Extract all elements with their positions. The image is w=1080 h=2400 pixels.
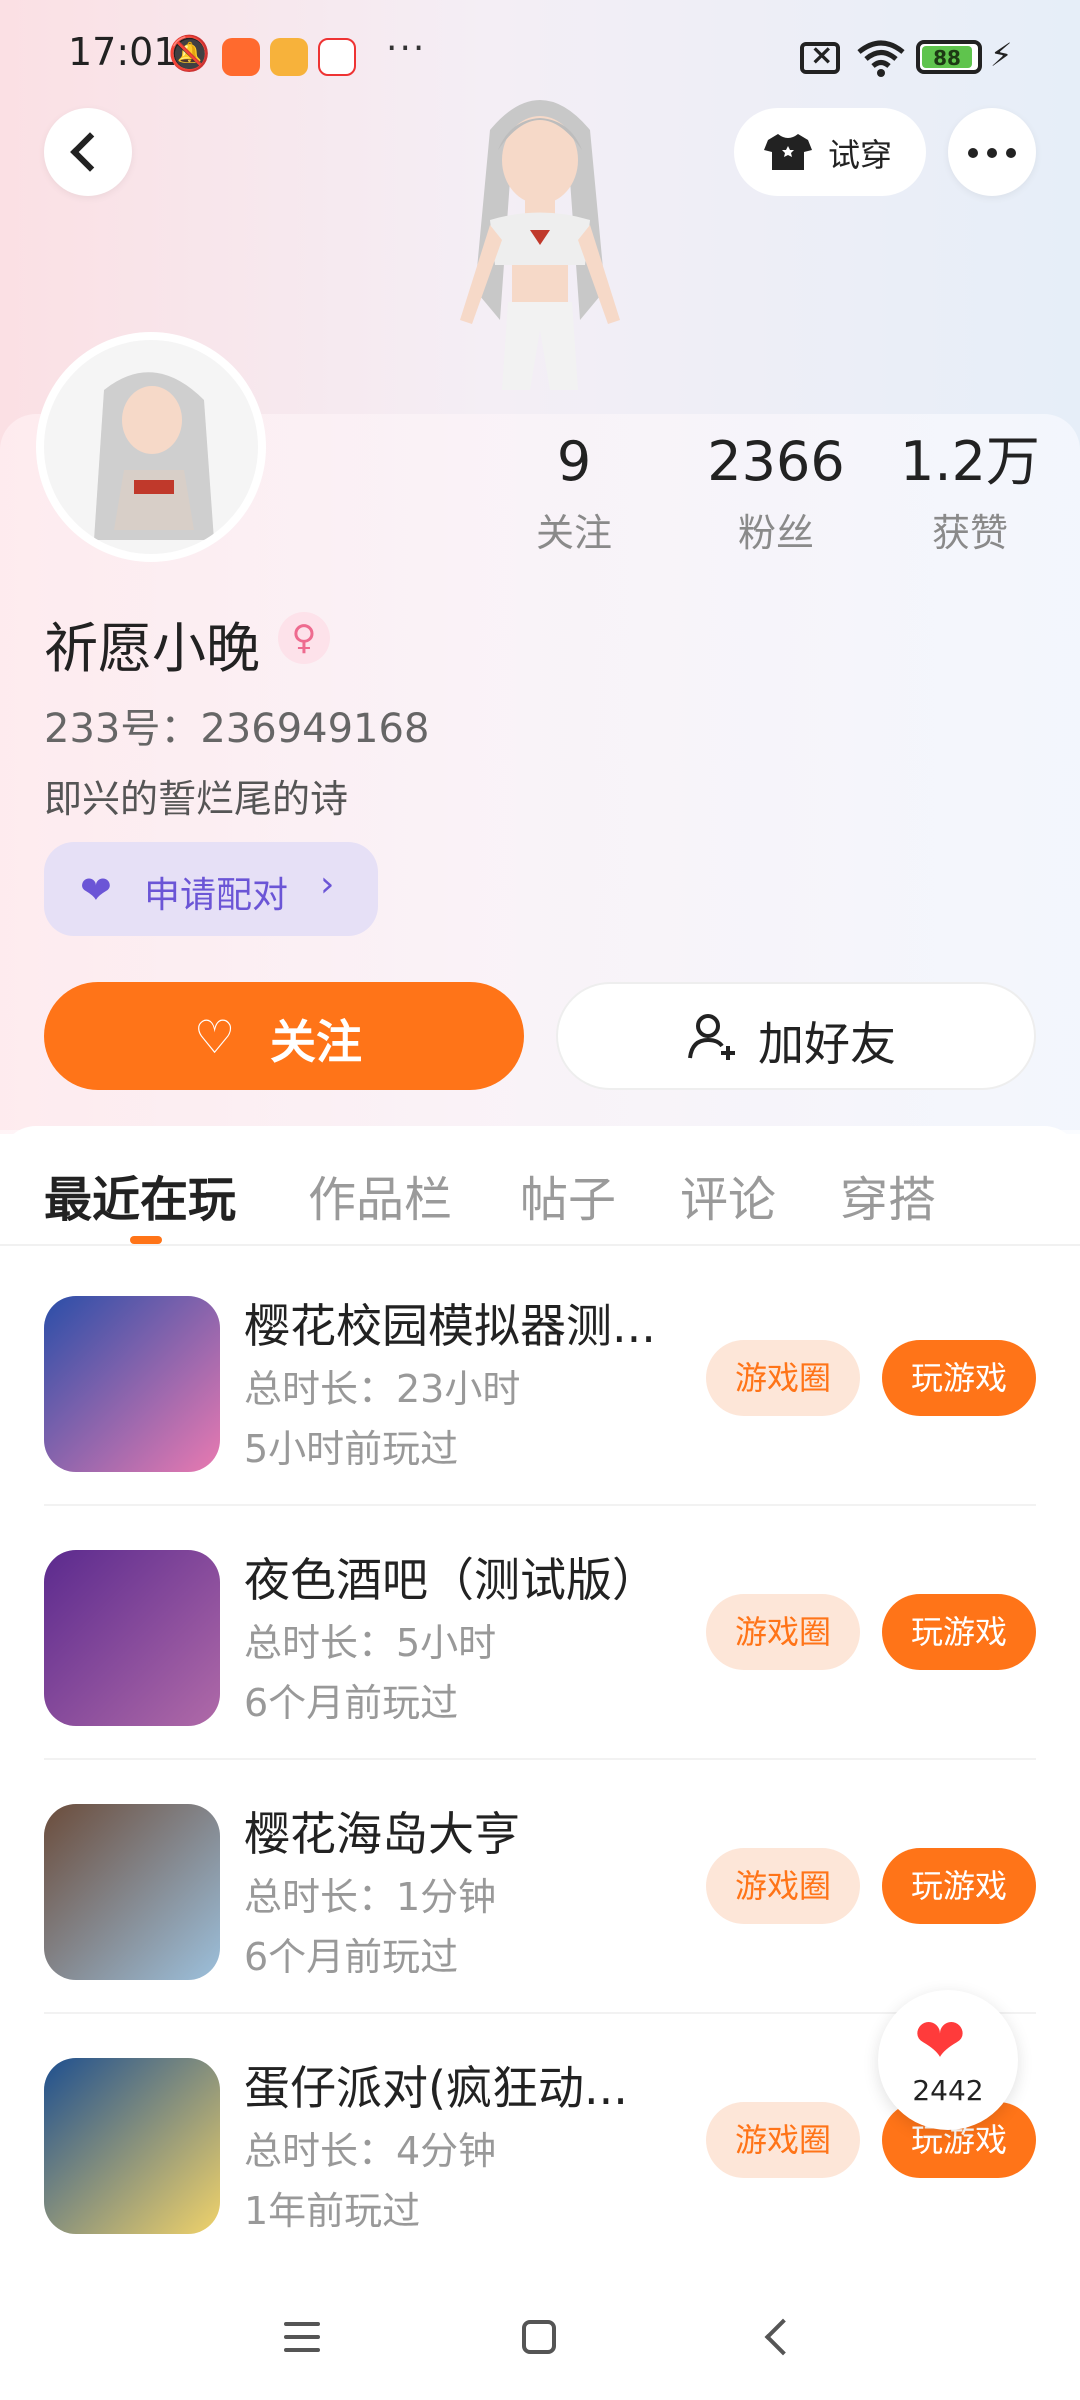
stat-followers[interactable]: 2366 粉丝 [686, 430, 866, 557]
user-id: 233号：236949168 [44, 706, 430, 752]
more-dots-icon: ··· [386, 28, 427, 69]
system-navigation-bar [0, 2252, 1080, 2400]
heart-icon: ❤ [914, 2004, 966, 2077]
stat-value: 9 [556, 430, 592, 493]
game-duration: 总时长：23小时 [244, 1367, 521, 1411]
tab-indicator [130, 1236, 162, 1244]
pair-request-label: 申请配对 [144, 875, 289, 916]
like-count: 2442 [912, 2074, 984, 2107]
game-icon [44, 1550, 220, 1726]
game-last-played: 1年前玩过 [244, 2189, 421, 2233]
game-title: 蛋仔派对(疯狂动... [244, 2061, 628, 2115]
follow-label: 关注 [270, 1015, 362, 1069]
more-dot [1006, 148, 1016, 158]
game-duration: 总时长：4分钟 [244, 2129, 497, 2173]
wifi-icon [857, 40, 905, 77]
game-title: 樱花校园模拟器测... [244, 1299, 656, 1353]
heart-icon: ❤ [80, 868, 112, 912]
pair-request-button[interactable]: ❤ 申请配对 › [44, 842, 378, 936]
try-on-button[interactable]: 试穿 [734, 108, 926, 196]
stat-value: 1.2万 [900, 430, 1040, 493]
add-friend-button[interactable]: 加好友 [556, 982, 1036, 1090]
home-icon[interactable] [522, 2320, 556, 2354]
more-options-button[interactable] [948, 108, 1036, 196]
like-button[interactable]: ❤ 2442 [878, 1990, 1018, 2130]
profile-tabs: 最近在玩 作品栏 帖子 评论 穿搭 [0, 1126, 1080, 1246]
heart-plus-icon: ♡ [194, 1010, 236, 1064]
stat-label: 获赞 [931, 511, 1008, 555]
play-game-button[interactable]: 玩游戏 [882, 1340, 1036, 1416]
game-row[interactable]: 樱花校园模拟器测... 总时长：23小时 5小时前玩过 游戏圈 玩游戏 [0, 1252, 1080, 1506]
follow-button[interactable]: ♡ 关注 [44, 982, 524, 1090]
female-icon: ♀ [278, 612, 330, 664]
game-last-played: 5小时前玩过 [244, 1427, 459, 1471]
tab-comments[interactable]: 评论 [680, 1160, 776, 1230]
battery-level: 88 [922, 46, 972, 70]
system-back-icon[interactable] [764, 2318, 802, 2356]
mute-icon: 🔕 [168, 34, 211, 74]
app-icon [318, 38, 356, 76]
game-last-played: 6个月前玩过 [244, 1681, 459, 1725]
game-circle-button[interactable]: 游戏圈 [706, 2102, 860, 2178]
avatar[interactable] [44, 340, 258, 554]
more-dot [987, 148, 997, 158]
game-icon [44, 2058, 220, 2234]
sim-off-icon [800, 38, 840, 74]
try-on-label: 试穿 [828, 136, 893, 174]
tab-works[interactable]: 作品栏 [308, 1160, 452, 1230]
battery-icon: 88 [916, 40, 982, 74]
game-icon [44, 1804, 220, 1980]
tab-posts[interactable]: 帖子 [520, 1160, 616, 1230]
stat-likes[interactable]: 1.2万 获赞 [880, 430, 1060, 557]
game-title: 樱花海岛大亨 [244, 1807, 520, 1861]
app-icon [270, 38, 308, 76]
game-row[interactable]: 樱花海岛大亨 总时长：1分钟 6个月前玩过 游戏圈 玩游戏 [0, 1760, 1080, 2014]
play-game-button[interactable]: 玩游戏 [882, 1848, 1036, 1924]
add-friend-label: 加好友 [758, 1017, 896, 1071]
app-icon [222, 38, 260, 76]
stat-label: 关注 [535, 511, 612, 555]
chevron-right-icon: › [320, 864, 335, 905]
game-row[interactable]: 夜色酒吧（测试版） 总时长：5小时 6个月前玩过 游戏圈 玩游戏 [0, 1506, 1080, 1760]
status-time: 17:01 [68, 30, 178, 74]
game-duration: 总时长：1分钟 [244, 1875, 497, 1919]
divider [0, 1244, 1080, 1246]
recent-apps-icon[interactable] [284, 2322, 320, 2352]
back-arrow-icon [70, 132, 110, 172]
tab-outfits[interactable]: 穿搭 [840, 1160, 936, 1230]
more-dot [968, 148, 978, 158]
add-person-icon [688, 1014, 735, 1060]
game-title: 夜色酒吧（测试版） [244, 1553, 658, 1607]
game-circle-button[interactable]: 游戏圈 [706, 1594, 860, 1670]
game-last-played: 6个月前玩过 [244, 1935, 459, 1979]
game-icon [44, 1296, 220, 1472]
game-circle-button[interactable]: 游戏圈 [706, 1340, 860, 1416]
user-bio: 即兴的誓烂尾的诗 [44, 777, 349, 821]
tab-recently-played[interactable]: 最近在玩 [44, 1160, 236, 1230]
stat-value: 2366 [707, 430, 845, 493]
stat-following[interactable]: 9 关注 [484, 430, 664, 557]
play-game-button[interactable]: 玩游戏 [882, 1594, 1036, 1670]
game-circle-button[interactable]: 游戏圈 [706, 1848, 860, 1924]
user-name: 祈愿小晚 [44, 617, 260, 680]
game-duration: 总时长：5小时 [244, 1621, 497, 1665]
avatar-3d-figure[interactable] [420, 90, 660, 420]
charging-icon: ⚡ [990, 36, 1013, 74]
avatar-image [44, 340, 258, 554]
stat-label: 粉丝 [737, 511, 814, 555]
back-button[interactable] [44, 108, 132, 196]
shirt-icon [764, 134, 812, 170]
